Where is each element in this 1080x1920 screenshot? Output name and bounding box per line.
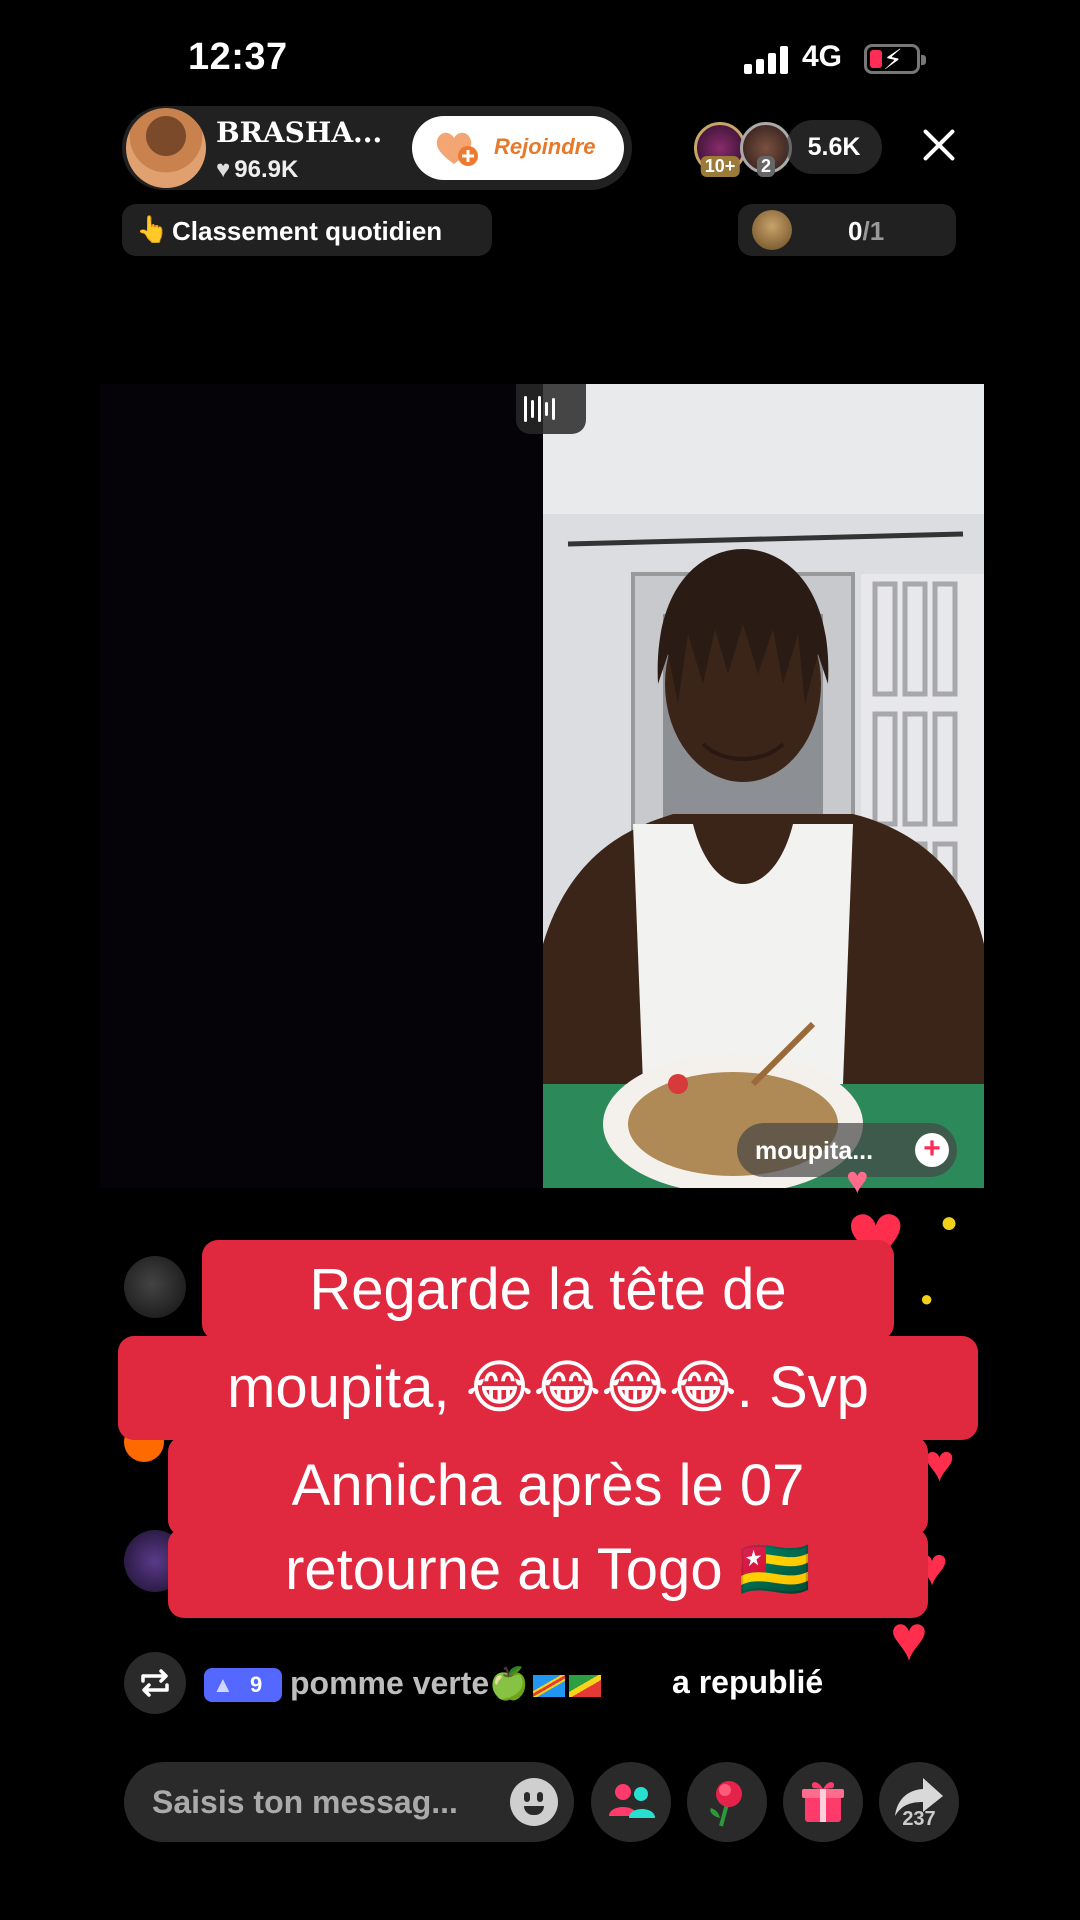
join-label: Rejoindre [494, 134, 596, 159]
gift-button[interactable] [783, 1762, 863, 1842]
flag-congo-icon [569, 1674, 602, 1697]
guest-video-feed[interactable] [543, 384, 984, 1188]
emoji-icon[interactable] [510, 1778, 558, 1826]
host-name[interactable]: BRASHA... [216, 116, 382, 149]
viewer-count[interactable]: 5.6K [786, 120, 882, 174]
host-video-feed[interactable] [100, 384, 543, 1188]
level-icon: ▲ [212, 1672, 234, 1697]
message-input[interactable]: Saisis ton messag... [124, 1762, 574, 1842]
repost-action: a republié [672, 1664, 824, 1700]
repost-icon [124, 1652, 186, 1714]
host-likes-count: 96.9K [234, 156, 299, 183]
level-badge: ▲ 9 [204, 1668, 282, 1702]
float-dot-icon: ● [920, 1286, 934, 1311]
viewer-badge: 10+ [700, 156, 740, 177]
chat-avatar[interactable] [124, 1256, 186, 1318]
caption-line: Regarde la tête de [202, 1240, 894, 1340]
host-avatar[interactable] [126, 108, 206, 188]
signal-icon [744, 46, 792, 74]
caption-line: retourne au Togo 🇹🇬 [168, 1528, 928, 1618]
gift-icon [802, 1782, 844, 1822]
rose-gift-button[interactable] [687, 1762, 767, 1842]
daily-ranking[interactable]: 👆 Classement quotidien [122, 204, 492, 256]
flag-drc-icon [533, 1674, 566, 1697]
status-time: 12:37 [188, 36, 288, 78]
goal-current: 0 [848, 216, 863, 246]
float-dot-icon: ● [940, 1206, 959, 1239]
heart-plus-icon [436, 132, 478, 166]
top-viewer-avatar[interactable]: 10+ [694, 122, 746, 177]
audio-wave-icon [522, 396, 562, 422]
goal-total: /1 [862, 216, 885, 246]
host-likes: ♥ 96.9K [216, 156, 298, 184]
share-button[interactable]: 237 [879, 1762, 959, 1842]
share-count: 237 [902, 1808, 936, 1830]
top-viewer-avatar[interactable]: 2 [740, 122, 792, 177]
multi-guest-button[interactable] [591, 1762, 671, 1842]
caption-line: Annicha après le 07 [168, 1436, 928, 1536]
goal-progress[interactable]: 0/1 [738, 204, 956, 256]
repost-username: pomme verte🍏 [290, 1665, 530, 1701]
repost-user[interactable]: pomme verte🍏 [290, 1664, 602, 1702]
caption-line: moupita, 😂😂😂😂. Svp [118, 1336, 978, 1440]
audio-indicator [516, 384, 586, 434]
lion-icon [752, 210, 792, 250]
goal-count: 0/1 [848, 216, 884, 247]
viewer-badge: 2 [756, 156, 776, 177]
float-heart-icon: ♥ [924, 1435, 955, 1493]
plus-icon[interactable]: + [915, 1133, 949, 1167]
hand-icon: 👆 [136, 214, 169, 244]
join-button[interactable]: Rejoindre [412, 116, 624, 180]
guest-video-image [543, 384, 984, 1188]
ranking-label: Classement quotidien [172, 216, 443, 246]
message-placeholder: Saisis ton messag... [152, 1784, 458, 1820]
multi-guest-icon [609, 1784, 655, 1818]
network-type: 4G [802, 40, 843, 73]
level-number: 9 [250, 1672, 263, 1697]
battery-icon: ⚡ [864, 44, 926, 75]
rose-gift-icon [710, 1781, 742, 1827]
close-icon[interactable] [916, 122, 962, 168]
host-info[interactable]: BRASHA... ♥ 96.9K Rejoindre [122, 106, 632, 190]
heart-icon: ♥ [216, 156, 231, 183]
